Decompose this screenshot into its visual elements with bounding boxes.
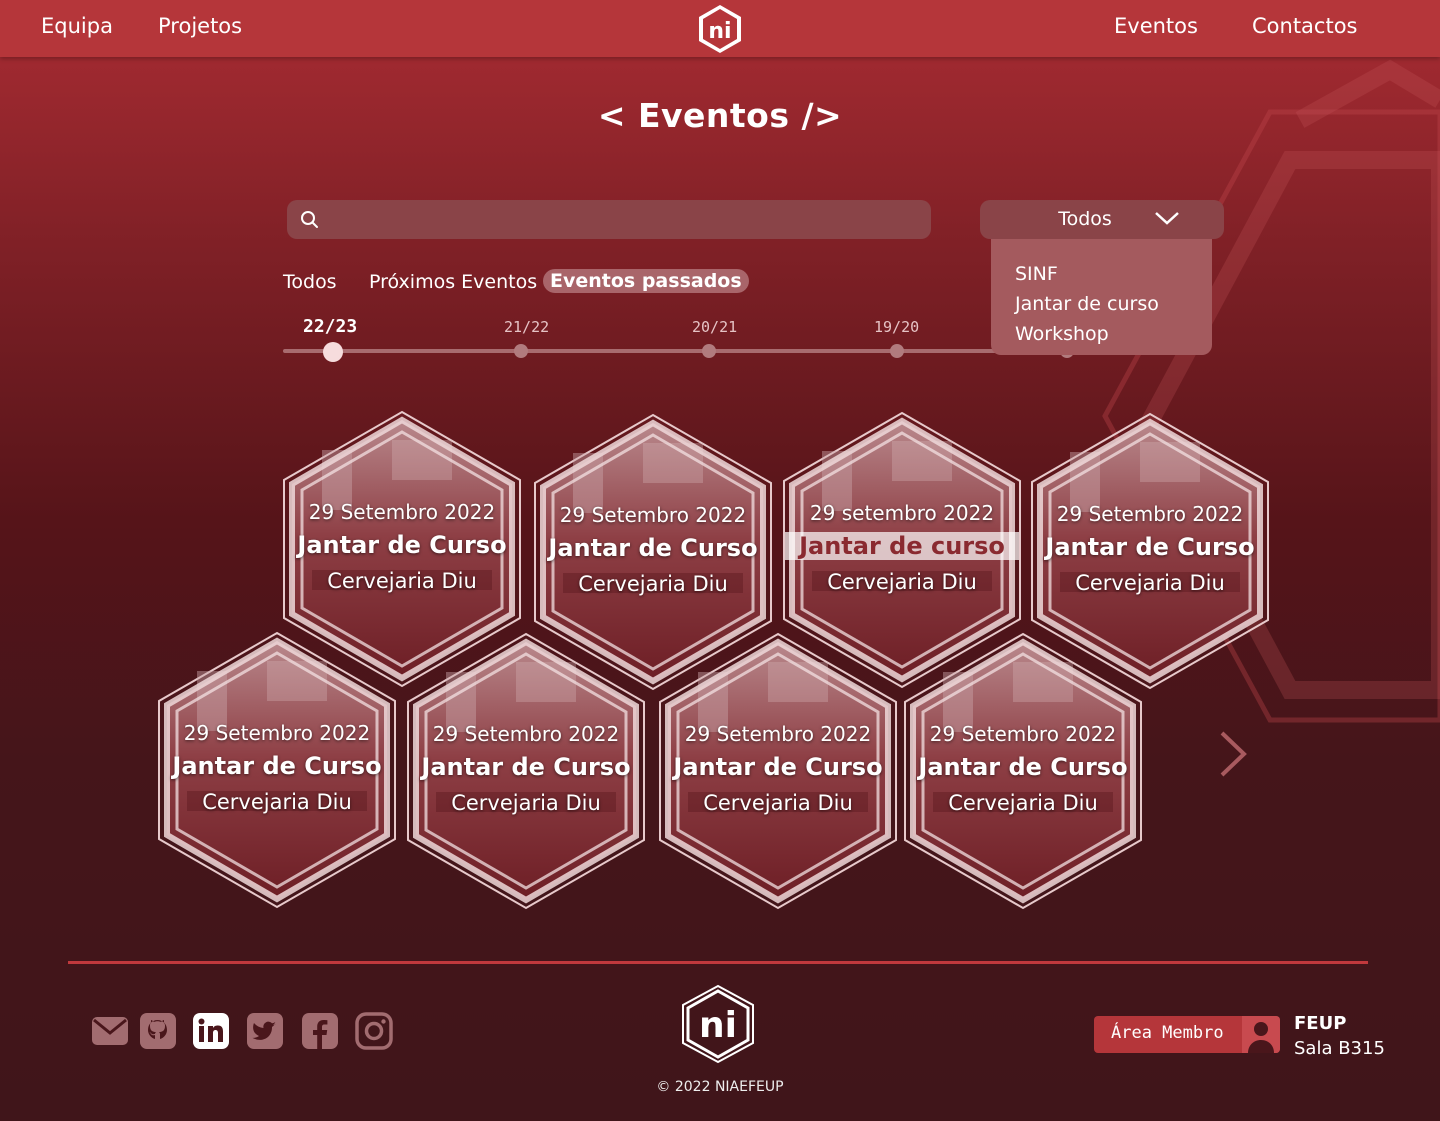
github-icon[interactable] bbox=[139, 1012, 177, 1050]
linkedin-icon[interactable] bbox=[192, 1012, 230, 1050]
timeline-dot[interactable] bbox=[514, 344, 528, 358]
ni-logo-icon[interactable]: ni bbox=[694, 3, 746, 55]
timeline-year-21-22[interactable]: 21/22 bbox=[504, 318, 549, 336]
address-line2: Sala B315 bbox=[1294, 1038, 1385, 1059]
facebook-icon[interactable] bbox=[301, 1012, 339, 1050]
event-name: Jantar de Curso bbox=[673, 753, 883, 781]
event-date: 29 Setembro 2022 bbox=[308, 500, 496, 524]
nav-link-contactos[interactable]: Contactos bbox=[1252, 14, 1358, 38]
member-area-label: Área Membro bbox=[1111, 1023, 1224, 1043]
nav-link-eventos[interactable]: Eventos bbox=[1114, 14, 1198, 38]
event-date: 29 Setembro 2022 bbox=[684, 722, 872, 746]
event-card[interactable]: 29 Setembro 2022 Jantar de Curso Cervejari… bbox=[658, 632, 898, 910]
copyright-text: © 2022 NIAEFEUP bbox=[656, 1079, 784, 1095]
top-navbar: Equipa Projetos ni Eventos Contactos bbox=[0, 0, 1440, 57]
event-name: Jantar de Curso bbox=[548, 534, 758, 562]
page-title: < Eventos /> bbox=[597, 96, 843, 135]
ni-logo-text: ni bbox=[699, 1005, 737, 1046]
event-name: Jantar de Curso bbox=[297, 531, 507, 559]
user-avatar-icon bbox=[1242, 1016, 1280, 1053]
ni-logo-text: ni bbox=[708, 19, 731, 44]
event-place: Cervejaria Diu bbox=[578, 572, 728, 596]
category-dropdown[interactable]: Todos bbox=[980, 200, 1224, 239]
event-date: 29 Setembro 2022 bbox=[432, 722, 620, 746]
dropdown-menu: SINF Jantar de curso Workshop bbox=[991, 239, 1212, 355]
search-bar bbox=[287, 200, 931, 239]
event-place: Cervejaria Diu bbox=[827, 570, 977, 594]
event-name: Jantar de curso bbox=[782, 532, 1022, 560]
ni-logo-icon[interactable]: ni bbox=[680, 984, 756, 1064]
next-page-arrow-icon[interactable] bbox=[1214, 729, 1250, 779]
event-place: Cervejaria Diu bbox=[1075, 571, 1225, 595]
address-block: FEUP Sala B315 bbox=[1294, 1011, 1385, 1061]
timeline-dot[interactable] bbox=[890, 344, 904, 358]
address-line1: FEUP bbox=[1294, 1013, 1347, 1034]
event-card[interactable]: 29 Setembro 2022 Jantar de Curso Cervejari… bbox=[903, 632, 1143, 910]
event-date: 29 Setembro 2022 bbox=[559, 503, 747, 527]
event-place: Cervejaria Diu bbox=[948, 791, 1098, 815]
event-card[interactable]: 29 Setembro 2022 Jantar de Curso Cervejari… bbox=[157, 631, 397, 909]
event-date: 29 setembro 2022 bbox=[809, 501, 995, 525]
search-icon bbox=[301, 211, 318, 228]
tab-todos[interactable]: Todos bbox=[283, 271, 337, 293]
dropdown-option-jantar[interactable]: Jantar de curso bbox=[991, 289, 1212, 319]
event-name: Jantar de Curso bbox=[918, 753, 1128, 781]
event-name: Jantar de Curso bbox=[172, 752, 382, 780]
event-place: Cervejaria Diu bbox=[327, 569, 477, 593]
instagram-icon[interactable] bbox=[355, 1012, 393, 1050]
chevron-down-icon bbox=[1155, 212, 1179, 225]
event-name: Jantar de Curso bbox=[1045, 533, 1255, 561]
timeline-track bbox=[283, 349, 1063, 353]
footer-divider bbox=[68, 961, 1368, 964]
tab-proximos-eventos[interactable]: Próximos Eventos bbox=[369, 271, 537, 293]
nav-link-equipa[interactable]: Equipa bbox=[41, 14, 113, 38]
event-place: Cervejaria Diu bbox=[451, 791, 601, 815]
event-date: 29 Setembro 2022 bbox=[1056, 502, 1244, 526]
timeline-dot-active[interactable] bbox=[323, 342, 343, 362]
event-date: 29 Setembro 2022 bbox=[183, 721, 371, 745]
twitter-icon[interactable] bbox=[246, 1012, 284, 1050]
timeline-year-20-21[interactable]: 20/21 bbox=[692, 318, 737, 336]
timeline-year-19-20[interactable]: 19/20 bbox=[874, 318, 919, 336]
tab-eventos-passados[interactable]: Eventos passados bbox=[543, 269, 749, 293]
nav-link-projetos[interactable]: Projetos bbox=[158, 14, 242, 38]
event-name: Jantar de Curso bbox=[421, 753, 631, 781]
event-place: Cervejaria Diu bbox=[703, 791, 853, 815]
dropdown-option-sinf[interactable]: SINF bbox=[991, 259, 1212, 289]
event-place: Cervejaria Diu bbox=[202, 790, 352, 814]
dropdown-option-workshop[interactable]: Workshop bbox=[991, 319, 1212, 349]
search-input[interactable] bbox=[327, 200, 917, 239]
event-date: 29 Setembro 2022 bbox=[929, 722, 1117, 746]
mail-icon[interactable] bbox=[91, 1012, 129, 1050]
timeline-dot[interactable] bbox=[702, 344, 716, 358]
member-area-button[interactable]: Área Membro bbox=[1094, 1016, 1280, 1053]
timeline-year-22-23[interactable]: 22/23 bbox=[303, 316, 357, 337]
event-card[interactable]: 29 Setembro 2022 Jantar de Curso Cervejari… bbox=[406, 632, 646, 910]
